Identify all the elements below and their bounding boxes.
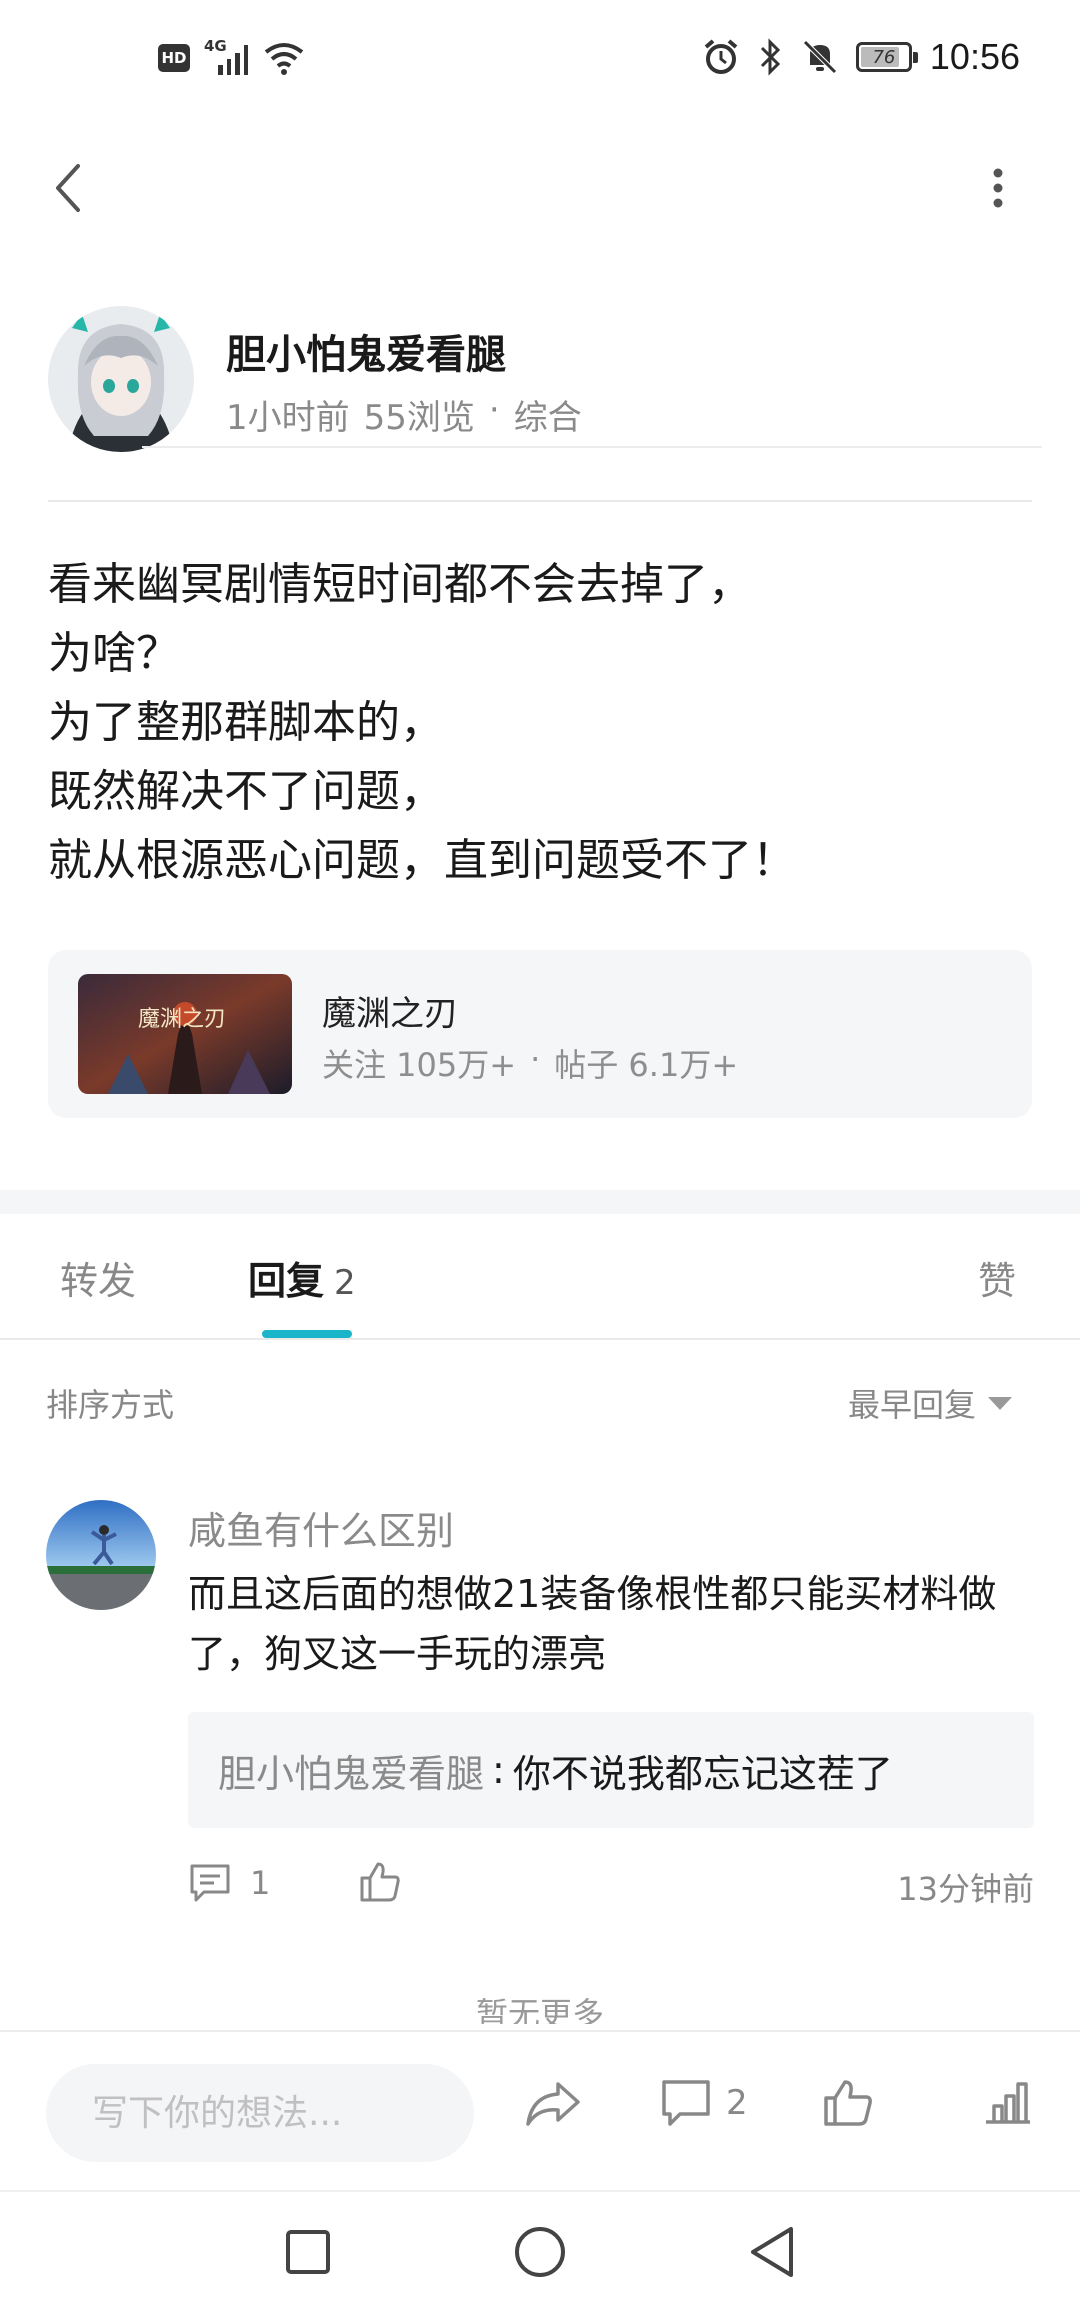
post-body: 看来幽冥剧情短时间都不会去掉了， 为啥？ 为了整那群脚本的， 既然解决不了问题，… — [48, 550, 1032, 895]
reply-separator: : — [492, 1748, 505, 1792]
meta-dot: · — [488, 390, 500, 430]
game-cover-title: 魔渊之刃 — [138, 1007, 226, 1032]
bluetooth-icon — [760, 38, 781, 76]
post-views: 55浏览 — [363, 398, 475, 438]
alarm-icon — [704, 39, 738, 74]
back-button[interactable] — [40, 160, 96, 216]
tab-reply-label: 回复 — [248, 1259, 325, 1303]
post-line: 为了整那群脚本的， — [48, 697, 444, 748]
comments-count: 2 — [726, 2083, 748, 2123]
wifi-icon — [264, 43, 304, 75]
author-avatar[interactable] — [48, 306, 194, 452]
author-name[interactable]: 胆小怕鬼爱看腿 — [226, 322, 506, 380]
stats-button[interactable] — [982, 2078, 1034, 2128]
commenter-avatar[interactable] — [46, 1500, 156, 1610]
comment-reply-count: 1 — [250, 1864, 271, 1902]
comment-reply-button[interactable]: 1 — [188, 1862, 270, 1904]
post-author: 胆小怕鬼爱看腿 1小时前 55浏览 · 综合 — [48, 306, 1032, 452]
divider — [142, 446, 1042, 448]
square-icon — [286, 2230, 330, 2274]
game-title: 魔渊之刃 — [322, 994, 458, 1034]
divider — [48, 500, 1032, 502]
reply-author: 胆小怕鬼爱看腿 — [218, 1751, 485, 1796]
commenter-avatar-image — [46, 1500, 156, 1610]
stats-dot: · — [530, 1040, 541, 1078]
bottom-action-bar: 2 — [0, 2030, 1080, 2190]
clock: 10:56 — [929, 36, 1020, 77]
game-posts: 帖子 6.1万+ — [554, 1046, 739, 1084]
post-line: 既然解决不了问题， — [48, 766, 444, 817]
tab-reply[interactable]: 回复 2 — [248, 1250, 356, 1305]
caret-down-icon — [988, 1396, 1013, 1410]
status-left: HD 4G — [158, 37, 306, 76]
comment-actions: 1 13分钟前 — [188, 1858, 1034, 1914]
post-time: 1小时前 — [226, 398, 350, 438]
divider — [0, 1338, 1080, 1340]
more-vertical-icon — [993, 168, 1003, 208]
post-line: 为啥？ — [48, 628, 180, 679]
like-button[interactable] — [822, 2078, 874, 2128]
back-nav-button[interactable] — [742, 2222, 802, 2282]
no-more-indicator: 暂无更多 — [0, 1994, 1080, 2024]
tab-like[interactable]: 赞 — [978, 1250, 1016, 1305]
thumbs-up-icon — [824, 2080, 872, 2126]
post-line: 看来幽冥剧情短时间都不会去掉了， — [48, 559, 752, 610]
comment-reply-preview[interactable]: 胆小怕鬼爱看腿 : 你不说我都忘记这茬了 — [188, 1712, 1034, 1828]
active-tab-indicator — [262, 1330, 352, 1338]
share-icon — [526, 2082, 580, 2126]
share-button[interactable] — [524, 2078, 582, 2128]
bar-chart-icon — [986, 2082, 1030, 2124]
sort-dropdown[interactable]: 最早回复 — [848, 1380, 1013, 1426]
tab-bar: 转发 回复 2 赞 — [0, 1214, 1080, 1340]
system-navigation-bar — [0, 2190, 1080, 2310]
sort-label: 排序方式 — [46, 1386, 175, 1424]
reply-text: 你不说我都忘记这茬了 — [512, 1751, 893, 1796]
author-meta: 1小时前 55浏览 · 综合 — [226, 390, 582, 439]
sort-selected: 最早回复 — [848, 1386, 977, 1424]
status-right: 76 10:56 — [702, 36, 1020, 78]
game-followers: 关注 105万+ — [322, 1046, 517, 1084]
post-category[interactable]: 综合 — [514, 390, 582, 439]
post-line: 就从根源恶心问题，直到问题受不了！ — [48, 835, 796, 886]
comment-icon — [662, 2080, 710, 2126]
comment-like-button[interactable] — [358, 1860, 402, 1908]
no-more-text: 暂无更多 — [475, 1995, 604, 2024]
mute-icon — [803, 40, 837, 74]
circle-icon — [515, 2227, 565, 2277]
comment-icon — [190, 1864, 230, 1902]
tab-reply-count: 2 — [334, 1263, 356, 1303]
chevron-left-icon — [56, 164, 80, 212]
anime-avatar-image — [48, 306, 194, 452]
status-bar: HD 4G 76 10:56 — [0, 0, 1080, 120]
hd-badge: HD — [158, 44, 190, 72]
comments-button[interactable]: 2 — [660, 2078, 748, 2128]
home-button[interactable] — [510, 2222, 570, 2282]
section-gap — [0, 1190, 1080, 1214]
more-options-button[interactable] — [970, 160, 1026, 216]
tab-forward[interactable]: 转发 — [60, 1250, 136, 1305]
comment-time: 13分钟前 — [897, 1870, 1034, 1908]
battery-icon: 76 — [855, 42, 918, 72]
signal-icon: 4G — [204, 37, 248, 75]
comment-input[interactable] — [46, 2064, 474, 2162]
game-card[interactable]: 魔渊之刃 魔渊之刃 关注 105万+ · 帖子 6.1万+ — [48, 950, 1032, 1118]
game-cover-image: 魔渊之刃 — [78, 974, 292, 1094]
triangle-back-icon — [751, 2227, 793, 2277]
commenter-name[interactable]: 咸鱼有什么区别 — [188, 1500, 454, 1555]
thumbs-up-icon — [360, 1862, 400, 1902]
top-nav — [0, 140, 1080, 236]
game-stats: 关注 105万+ · 帖子 6.1万+ — [322, 1040, 738, 1086]
recent-apps-button[interactable] — [278, 2222, 338, 2282]
comment-text: 而且这后面的想做21装备像根性都只能买材料做了，狗叉这一手玩的漂亮 — [188, 1572, 997, 1676]
